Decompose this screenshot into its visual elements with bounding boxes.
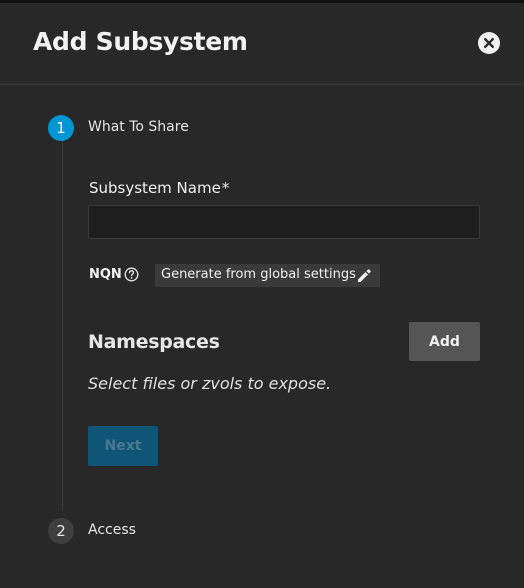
- nqn-chip-label: Generate from global settings: [161, 267, 356, 282]
- step-2-indicator[interactable]: 2: [48, 518, 74, 544]
- help-circle-icon[interactable]: [124, 267, 139, 282]
- step-1-indicator[interactable]: 1: [48, 115, 74, 141]
- step-2-label[interactable]: Access: [88, 522, 136, 538]
- close-icon[interactable]: [478, 32, 500, 54]
- add-subsystem-dialog: Add Subsystem 1 What To Share Subsystem …: [0, 0, 524, 588]
- subsystem-name-label: Subsystem Name*: [89, 179, 229, 197]
- namespaces-empty-text: Select files or zvols to expose.: [88, 374, 332, 393]
- subsystem-name-input[interactable]: [88, 205, 480, 239]
- pencil-icon[interactable]: [356, 268, 372, 284]
- nqn-generate-chip[interactable]: Generate from global settings: [155, 264, 380, 287]
- next-button[interactable]: Next: [88, 426, 158, 466]
- step-1-label[interactable]: What To Share: [88, 119, 189, 135]
- add-namespace-button[interactable]: Add: [409, 322, 480, 361]
- namespaces-title: Namespaces: [88, 331, 220, 353]
- dialog-header: Add Subsystem: [0, 3, 524, 85]
- nqn-label: NQN: [89, 267, 122, 282]
- subsystem-name-label-text: Subsystem Name: [89, 179, 221, 197]
- stepper-connector: [62, 141, 63, 511]
- required-marker: *: [221, 179, 230, 197]
- dialog-title: Add Subsystem: [33, 27, 248, 56]
